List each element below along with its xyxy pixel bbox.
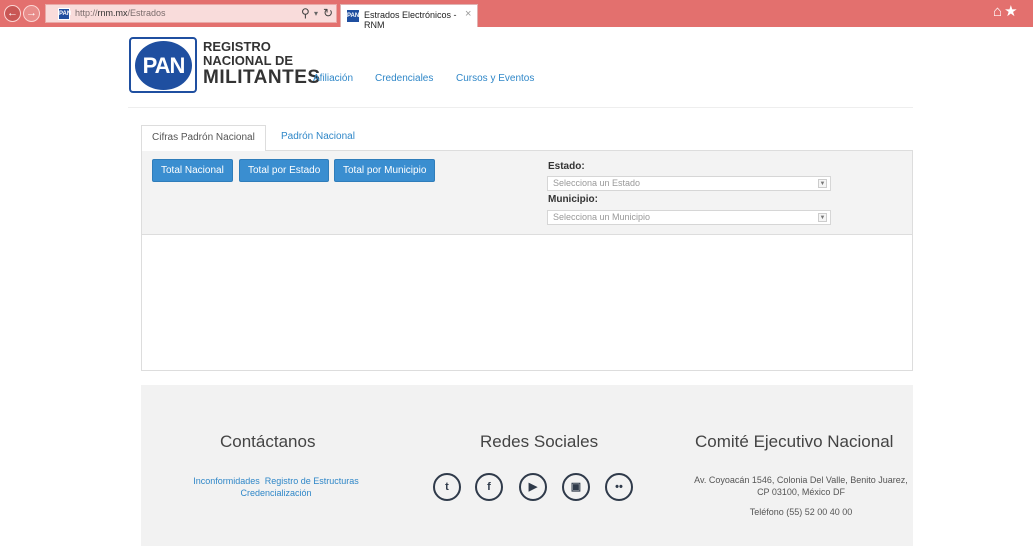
back-arrow-icon[interactable]: ← bbox=[4, 5, 21, 22]
estado-select[interactable]: Selecciona un Estado ▼ bbox=[547, 176, 831, 191]
municipio-label: Municipio: bbox=[548, 194, 598, 205]
estado-label: Estado: bbox=[548, 161, 585, 172]
contact-title: Contáctanos bbox=[220, 432, 316, 451]
youtube-icon[interactable]: ▶ bbox=[519, 473, 547, 501]
chevron-down-icon: ▼ bbox=[818, 179, 827, 188]
facebook-icon[interactable]: f bbox=[475, 473, 503, 501]
search-icon[interactable]: ⚲ bbox=[301, 6, 310, 20]
contact-links: Inconformidades Registro de Estructuras … bbox=[161, 475, 391, 499]
toolbar-right: ⌂★ bbox=[993, 2, 1020, 20]
star-icon[interactable]: ★ bbox=[1004, 3, 1019, 20]
browser-toolbar: ← → PAN http://rnm.mx/Estrados ⚲ ▾ ↻ PAN… bbox=[0, 0, 1033, 30]
total-por-estado-button[interactable]: Total por Estado bbox=[239, 159, 330, 182]
pan-logo[interactable]: PAN bbox=[129, 37, 197, 93]
twitter-icon[interactable]: t bbox=[433, 473, 461, 501]
filter-panel: Total Nacional Total por Estado Total po… bbox=[141, 151, 913, 235]
nav-link-cursos-eventos[interactable]: Cursos y Eventos bbox=[456, 73, 534, 84]
tab-favicon-icon: PAN bbox=[347, 10, 359, 22]
favicon-icon: PAN bbox=[58, 8, 71, 20]
brand-line-1: REGISTRO bbox=[203, 39, 271, 54]
refresh-icon[interactable]: ↻ bbox=[323, 6, 333, 20]
tab-padron-nacional[interactable]: Padrón Nacional bbox=[271, 125, 365, 151]
address-bar[interactable]: PAN http://rnm.mx/Estrados ⚲ ▾ ↻ bbox=[45, 4, 337, 23]
results-area bbox=[141, 235, 913, 371]
browser-tab[interactable]: PAN Estrados Electrónicos - RNM × bbox=[340, 4, 478, 30]
footer: Contáctanos Inconformidades Registro de … bbox=[141, 385, 913, 546]
brand-line-3: MILITANTES bbox=[203, 67, 321, 88]
forward-arrow-icon[interactable]: → bbox=[23, 5, 40, 22]
logo-mark: PAN bbox=[135, 41, 192, 90]
link-inconformidades[interactable]: Inconformidades bbox=[193, 476, 260, 486]
municipio-select[interactable]: Selecciona un Municipio ▼ bbox=[547, 210, 831, 225]
dropdown-icon[interactable]: ▾ bbox=[314, 9, 318, 18]
tab-cifras-padron-nacional[interactable]: Cifras Padrón Nacional bbox=[141, 125, 266, 152]
close-icon[interactable]: × bbox=[465, 8, 471, 20]
tab-title: Estrados Electrónicos - RNM bbox=[364, 10, 457, 30]
address-url: http://rnm.mx/Estrados bbox=[75, 8, 166, 18]
municipio-placeholder: Selecciona un Municipio bbox=[553, 212, 651, 222]
total-por-municipio-button[interactable]: Total por Municipio bbox=[334, 159, 436, 182]
link-credencializacion[interactable]: Credencialización bbox=[240, 488, 311, 498]
nav-link-afiliacion[interactable]: Afiliación bbox=[313, 73, 353, 84]
brand-title: REGISTRO NACIONAL DE MILITANTES bbox=[203, 40, 321, 87]
committee-address: Av. Coyoacán 1546, Colonia Del Valle, Be… bbox=[694, 475, 908, 497]
link-registro-estructuras[interactable]: Registro de Estructuras bbox=[265, 476, 359, 486]
header-divider bbox=[128, 107, 913, 108]
nav-link-credenciales[interactable]: Credenciales bbox=[375, 73, 433, 84]
estado-placeholder: Selecciona un Estado bbox=[553, 178, 641, 188]
committee-title: Comité Ejecutivo Nacional bbox=[695, 432, 894, 451]
chevron-down-icon: ▼ bbox=[818, 213, 827, 222]
home-icon[interactable]: ⌂ bbox=[993, 3, 1004, 20]
content-tabs: Cifras Padrón Nacional Padrón Nacional bbox=[141, 125, 913, 152]
brand-line-2: NACIONAL DE bbox=[203, 53, 294, 68]
total-nacional-button[interactable]: Total Nacional bbox=[152, 159, 233, 182]
flickr-icon[interactable]: •• bbox=[605, 473, 633, 501]
instagram-icon[interactable]: ▣ bbox=[562, 473, 590, 501]
committee-phone: Teléfono (55) 52 00 40 00 bbox=[749, 507, 853, 517]
social-title: Redes Sociales bbox=[480, 432, 599, 451]
